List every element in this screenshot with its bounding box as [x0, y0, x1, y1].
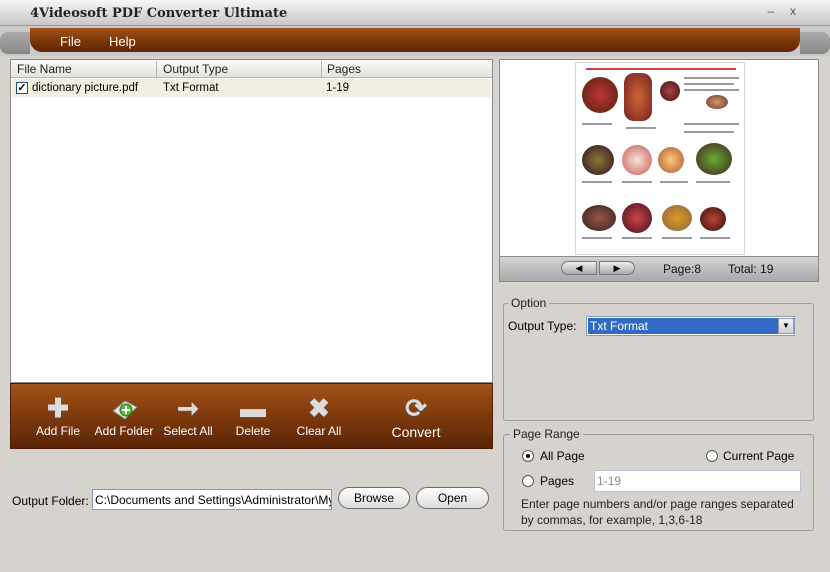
file-list[interactable]: File Name Output Type Pages ✓ dictionary…: [10, 59, 493, 383]
title-bar: 4Videosoft PDF Converter Ultimate – x: [0, 0, 830, 26]
column-header-pages[interactable]: Pages: [327, 62, 361, 76]
row-checkbox[interactable]: ✓: [16, 82, 28, 94]
menu-file[interactable]: File: [60, 34, 81, 49]
output-folder-label: Output Folder:: [12, 494, 89, 508]
chevron-down-icon[interactable]: ▼: [778, 318, 794, 334]
menu-help[interactable]: Help: [109, 34, 136, 49]
toolbar: ✚ Add File Add Folder ➞ Select All ▬ Del…: [10, 383, 493, 449]
minimize-button[interactable]: –: [762, 4, 780, 20]
minus-icon: ▬: [240, 393, 266, 423]
output-folder-input[interactable]: [92, 489, 332, 510]
preview-nav-bar: ◀ ▶ Page:8 Total: 19: [500, 256, 818, 281]
clear-all-button[interactable]: ✖ Clear All: [284, 394, 354, 438]
page-range-group: Page Range All Page Current Page Pages E…: [503, 427, 814, 531]
folder-add-icon: [89, 394, 159, 422]
output-type-label: Output Type:: [508, 319, 577, 333]
cell-file-name: dictionary picture.pdf: [32, 82, 139, 94]
all-page-radio[interactable]: [522, 450, 534, 462]
current-page-text: Page:8: [663, 262, 702, 276]
option-group-title: Option: [508, 296, 550, 310]
window-title: 4Videosoft PDF Converter Ultimate: [30, 6, 288, 21]
output-type-select[interactable]: Txt Format ▼: [586, 316, 795, 336]
pages-input[interactable]: [594, 470, 801, 492]
table-row[interactable]: ✓ dictionary picture.pdf Txt Format 1-19: [12, 79, 491, 97]
close-button[interactable]: x: [784, 4, 802, 20]
open-button[interactable]: Open: [416, 487, 489, 509]
arrow-right-icon: ➞: [177, 393, 199, 423]
plus-icon: ✚: [47, 393, 69, 423]
browse-button[interactable]: Browse: [338, 487, 410, 509]
page-thumbnail: [575, 62, 745, 255]
page-range-group-title: Page Range: [510, 427, 583, 441]
option-group: Option Output Type: Txt Format ▼: [503, 296, 814, 421]
output-type-value: Txt Format: [588, 318, 778, 334]
next-page-button[interactable]: ▶: [599, 261, 635, 275]
prev-page-button[interactable]: ◀: [561, 261, 597, 275]
x-icon: ✖: [308, 393, 330, 423]
add-folder-button[interactable]: Add Folder: [89, 394, 159, 438]
page-range-hint: Enter page numbers and/or page ranges se…: [521, 497, 794, 527]
total-pages-text: Total: 19: [728, 262, 774, 276]
current-page-radio[interactable]: [706, 450, 718, 462]
refresh-icon: ⟳: [405, 393, 427, 423]
column-header-output-type[interactable]: Output Type: [163, 62, 228, 76]
menu-bar: File Help: [0, 26, 830, 56]
all-page-label[interactable]: All Page: [540, 449, 585, 463]
list-header: File Name Output Type Pages: [11, 60, 492, 78]
preview-panel: ◀ ▶ Page:8 Total: 19: [499, 59, 819, 282]
current-page-label[interactable]: Current Page: [723, 449, 794, 463]
column-header-file-name[interactable]: File Name: [17, 62, 72, 76]
cell-output-type: Txt Format: [163, 82, 219, 94]
cell-pages: 1-19: [326, 82, 350, 94]
pages-label[interactable]: Pages: [540, 474, 574, 488]
convert-button[interactable]: ⟳ Convert: [379, 394, 453, 440]
delete-button[interactable]: ▬ Delete: [218, 394, 288, 438]
pages-radio[interactable]: [522, 475, 534, 487]
select-all-button[interactable]: ➞ Select All: [153, 394, 223, 438]
add-file-button[interactable]: ✚ Add File: [23, 394, 93, 438]
